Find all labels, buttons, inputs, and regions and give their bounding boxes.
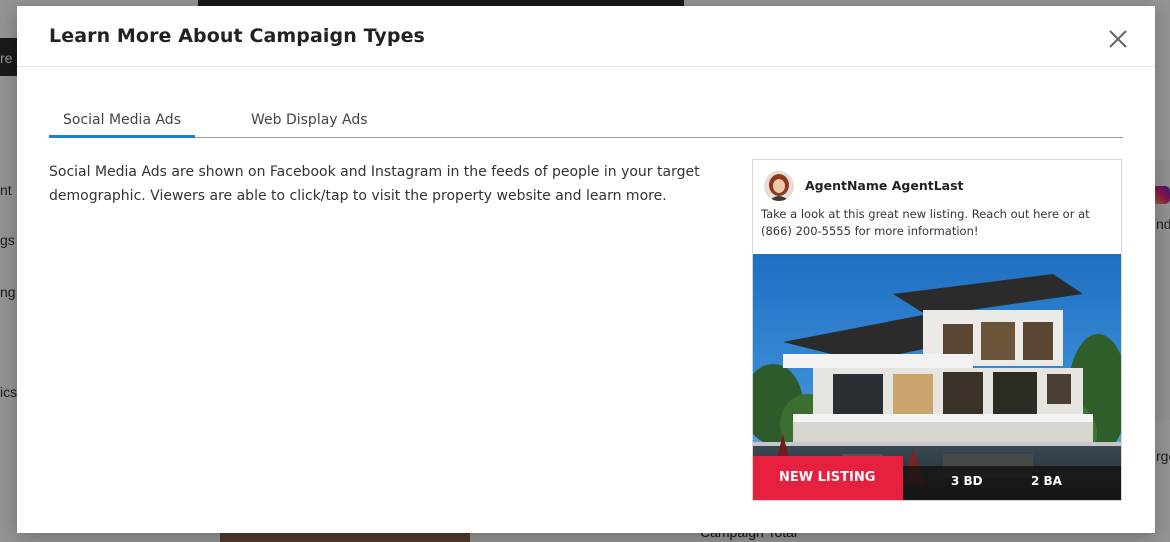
- new-listing-badge: NEW LISTING: [753, 456, 903, 500]
- campaign-description: Social Media Ads are shown on Facebook a…: [49, 164, 700, 204]
- ad-footer: NEW LISTING 3 BD 2 BA: [753, 456, 1121, 500]
- beds-count: 3 BD: [951, 474, 983, 488]
- campaign-types-modal: Learn More About Campaign Types Social M…: [17, 6, 1155, 533]
- tab-social-media-ads[interactable]: Social Media Ads: [49, 112, 195, 138]
- close-icon: [1109, 30, 1127, 48]
- baths-count: 2 BA: [1031, 474, 1062, 488]
- agent-name: AgentName AgentLast: [805, 178, 964, 193]
- agent-avatar: [764, 171, 794, 201]
- listing-stats: 3 BD 2 BA: [903, 466, 1121, 500]
- close-button[interactable]: [1107, 28, 1129, 50]
- modal-title: Learn More About Campaign Types: [49, 25, 425, 47]
- ad-post-text: Take a look at this great new listing. R…: [761, 207, 1090, 238]
- ad-preview-card: AgentName AgentLast Take a look at this …: [752, 159, 1122, 501]
- tab-web-display-ads[interactable]: Web Display Ads: [251, 112, 368, 138]
- modal-header: Learn More About Campaign Types: [17, 6, 1155, 67]
- campaign-type-tabs: Social Media Ads Web Display Ads: [49, 112, 1123, 138]
